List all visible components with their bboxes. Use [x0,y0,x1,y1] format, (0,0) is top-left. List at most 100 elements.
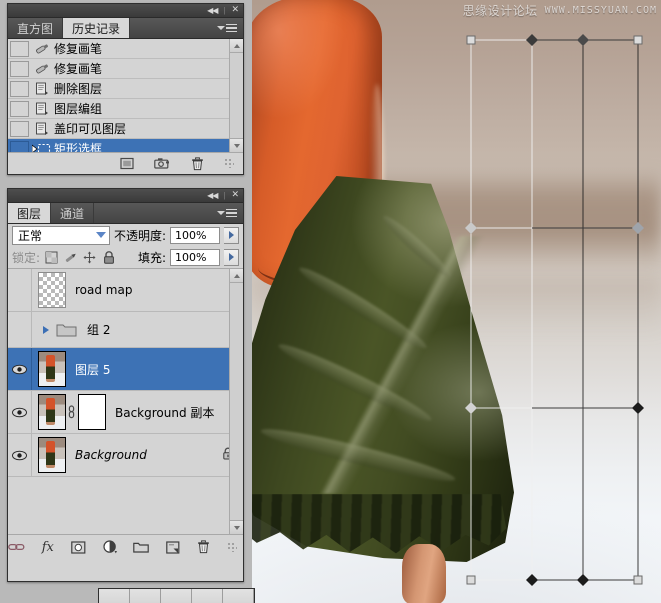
brush-icon[interactable] [63,250,78,265]
history-item[interactable]: 修复画笔 [8,39,243,59]
move-icon[interactable] [82,250,97,265]
chain-icon[interactable] [8,539,25,555]
mask-link-icon[interactable] [66,395,76,429]
fill-input[interactable]: 100% [170,249,220,266]
layer-mask-thumbnail[interactable] [78,394,106,430]
layers-panel[interactable]: ◀◀ | ✕ 图层 通道 正常 不透明度: 100% 锁定: [7,188,244,582]
bottom-panel-cell[interactable] [223,589,254,603]
layer-visibility-toggle[interactable] [8,434,32,476]
history-item-label: 修复画笔 [52,40,102,57]
history-scrollbar[interactable] [229,39,243,152]
layer-thumbnail[interactable] [38,351,66,387]
panel-menu-icon[interactable] [217,203,243,223]
image-canvas[interactable]: 思缘设计论坛 WWW.MISSYUAN.COM [252,0,661,603]
layer-group-row[interactable]: 组 2 [8,312,243,348]
layer-visibility-toggle[interactable] [8,269,32,311]
scroll-up-button[interactable] [230,269,243,283]
history-item-label: 矩形选框 [52,140,102,153]
panel-menu-icon[interactable] [217,18,243,38]
rectangular-marquee-icon [32,141,52,154]
bottom-panel-cell[interactable] [99,589,130,603]
resize-grip-icon[interactable] [228,543,237,552]
layer-name[interactable]: Background [66,448,147,462]
layer-name[interactable]: 图层 5 [66,361,110,378]
chevron-right-icon [43,326,49,334]
mask-icon[interactable] [70,539,87,555]
scroll-down-button[interactable] [230,138,243,152]
layer-thumbnail[interactable] [38,394,66,430]
layer-row[interactable]: Background 副本 [8,391,243,434]
layer-row[interactable]: Background [8,434,243,477]
collapse-icon[interactable]: ◀◀ [207,192,217,200]
fill-slider-button[interactable] [224,249,239,266]
history-panel[interactable]: ◀◀ | ✕ 直方图 历史记录 修复画笔 [7,3,244,175]
lock-fill-row: 锁定: 填充: 100% [8,246,243,268]
scroll-up-button[interactable] [230,39,243,53]
history-panel-tabs[interactable]: 直方图 历史记录 [8,18,243,39]
history-snapshot-toggle[interactable] [10,81,29,97]
layer-name[interactable]: 组 2 [78,321,110,338]
trash-icon[interactable] [195,539,212,555]
history-item[interactable]: 图层编组 [8,99,243,119]
hamburger-icon [226,209,237,218]
history-snapshot-toggle[interactable] [10,101,29,117]
resize-grip-icon[interactable] [225,159,234,168]
half-circle-icon[interactable] [102,539,119,555]
lock-icon[interactable] [101,250,116,265]
folder-icon [56,322,78,338]
layer-name[interactable]: Background 副本 [106,404,214,421]
bottom-panel-cell[interactable] [161,589,192,603]
history-panel-titlebar[interactable]: ◀◀ | ✕ [8,4,243,18]
history-item[interactable]: 删除图层 [8,79,243,99]
bottom-clipped-panel[interactable] [98,588,255,603]
layer-list[interactable]: road map 组 2 图层 5 [8,268,243,534]
history-item[interactable]: 盖印可见图层 [8,119,243,139]
opacity-slider-button[interactable] [224,227,239,244]
tab-layers[interactable]: 图层 [8,203,51,223]
opacity-input[interactable]: 100% [170,227,220,244]
layer-name[interactable]: road map [66,283,132,297]
history-item-selected[interactable]: 矩形选框 [8,139,243,153]
layers-panel-tabs[interactable]: 图层 通道 [8,203,243,224]
document-icon[interactable] [118,156,136,172]
history-snapshot-toggle[interactable] [10,141,29,154]
close-icon[interactable]: ✕ [231,191,239,200]
group-expand-icon[interactable] [38,326,54,334]
collapse-icon[interactable]: ◀◀ [207,7,217,15]
close-icon[interactable]: ✕ [231,6,239,15]
history-snapshot-toggle[interactable] [10,61,29,77]
layers-scrollbar[interactable] [229,269,243,534]
tab-history[interactable]: 历史记录 [63,18,130,38]
history-snapshot-toggle[interactable] [10,121,29,137]
trash-icon[interactable] [188,156,206,172]
layer-thumbnail[interactable] [38,272,66,308]
layer-visibility-toggle[interactable] [8,391,32,433]
history-snapshot-toggle[interactable] [10,41,29,57]
history-item-label: 修复画笔 [52,60,102,77]
new-layer-icon[interactable] [164,539,181,555]
lock-label: 锁定: [12,249,40,266]
bottom-panel-row [99,589,254,603]
layer-visibility-toggle[interactable] [8,312,32,347]
history-item[interactable]: 修复画笔 [8,59,243,79]
blend-opacity-row: 正常 不透明度: 100% [8,224,243,246]
layer-visibility-toggle[interactable] [8,348,32,390]
history-state-list[interactable]: 修复画笔 修复画笔 删除图层 图层 [8,39,243,153]
layers-panel-titlebar[interactable]: ◀◀ | ✕ [8,189,243,203]
bottom-panel-cell[interactable] [192,589,223,603]
tab-histogram[interactable]: 直方图 [8,18,63,38]
checker-icon[interactable] [44,250,59,265]
fill-value: 100% [175,251,206,264]
scroll-down-button[interactable] [230,520,243,534]
tabs-spacer [130,18,217,38]
bottom-panel-cell[interactable] [130,589,161,603]
folder-icon[interactable] [133,539,150,555]
tab-channels[interactable]: 通道 [51,203,94,223]
fx-icon[interactable]: fx [39,539,56,555]
camera-icon[interactable] [153,156,171,172]
blend-mode-select[interactable]: 正常 [12,226,110,245]
layer-row[interactable]: road map [8,269,243,312]
layer-row-selected[interactable]: 图层 5 [8,348,243,391]
transform-warp-mesh[interactable] [252,0,661,603]
layer-thumbnail[interactable] [38,437,66,473]
